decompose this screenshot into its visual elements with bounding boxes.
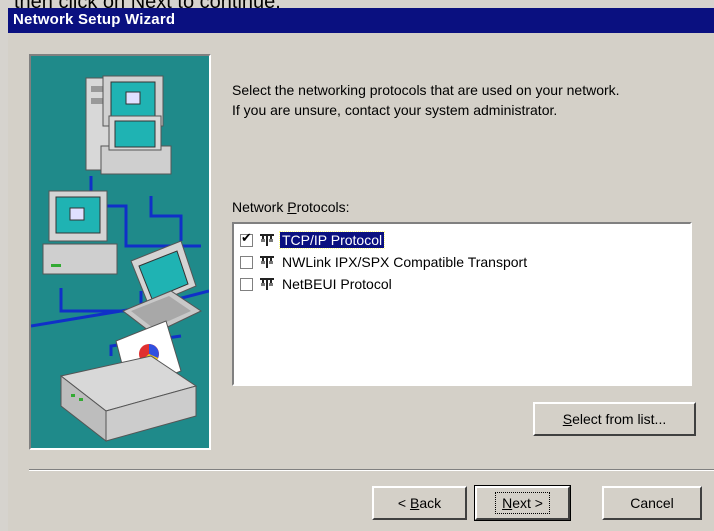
title-bar[interactable]: Network Setup Wizard: [8, 8, 714, 33]
protocol-label: TCP/IP Protocol: [278, 231, 386, 249]
protocols-label-rest: rotocols:: [296, 199, 350, 215]
instructions-text: Select the networking protocols that are…: [232, 80, 702, 120]
network-protocols-label: Network Protocols:: [232, 199, 350, 215]
back-button[interactable]: < Back: [372, 486, 467, 520]
select-from-list-rest: elect from list...: [572, 411, 667, 427]
next-button[interactable]: Next >: [474, 485, 571, 521]
wizard-divider: [29, 469, 714, 471]
check-mark-icon: ✔: [241, 229, 252, 245]
protocol-item-tcpip[interactable]: ✔ TCP/IP Protocol: [240, 229, 386, 250]
protocol-item-netbeui[interactable]: NetBEUI Protocol: [240, 274, 394, 294]
back-accel: B: [409, 495, 420, 511]
instructions-line-2: If you are unsure, contact your system a…: [232, 102, 558, 118]
protocol-label: NetBEUI Protocol: [282, 276, 392, 292]
network-protocol-icon: [260, 234, 274, 246]
network-protocol-icon: [260, 256, 274, 268]
network-setup-wizard-window: Network Setup Wizard Select the networki…: [8, 8, 714, 531]
protocols-label-prefix: Network: [232, 199, 288, 215]
network-computers-icon: [31, 75, 209, 443]
back-prefix: <: [397, 495, 410, 511]
protocols-label-accel: P: [287, 199, 297, 215]
select-from-list-button[interactable]: Select from list...: [533, 402, 696, 436]
protocol-checkbox[interactable]: [240, 277, 253, 291]
network-protocols-list[interactable]: ✔ TCP/IP Protocol NWLink IPX/SPX Compati…: [232, 222, 692, 386]
next-focus-ring: Next >: [495, 492, 550, 514]
protocol-checkbox[interactable]: ✔: [240, 229, 253, 247]
next-accel: N: [502, 495, 513, 511]
cancel-button[interactable]: Cancel: [602, 486, 702, 520]
protocol-item-nwlink[interactable]: NWLink IPX/SPX Compatible Transport: [240, 252, 529, 272]
select-from-list-accel: S: [562, 411, 573, 427]
back-rest: ack: [419, 495, 442, 511]
wizard-illustration: [29, 54, 211, 450]
protocol-checkbox[interactable]: [240, 255, 253, 269]
instructions-line-1: Select the networking protocols that are…: [232, 82, 620, 98]
next-rest: ext >: [512, 495, 543, 511]
network-protocol-icon: [260, 278, 274, 290]
protocol-label: NWLink IPX/SPX Compatible Transport: [282, 254, 528, 270]
window-title: Network Setup Wizard: [13, 11, 176, 28]
